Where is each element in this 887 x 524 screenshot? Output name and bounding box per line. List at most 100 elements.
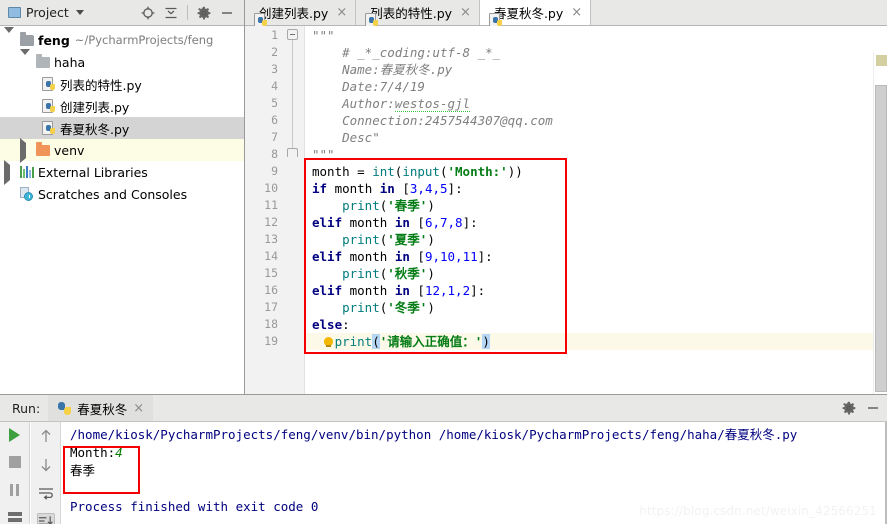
editor-gutter[interactable]: 1 2 3 4 5 6 7 8 9 10 11 12 13 14 15 16 1…: [245, 26, 305, 394]
scrollbar-marker[interactable]: [876, 55, 887, 66]
token-kw-in: in: [379, 181, 395, 196]
code-line-18: else:: [306, 316, 350, 333]
project-title-group[interactable]: Project: [4, 5, 84, 20]
token-kw-in: in: [394, 215, 410, 230]
code-text[interactable]: """ # _*_coding:utf-8 _*_ Name:春夏秋冬.py D…: [306, 26, 887, 394]
line-number: 16: [264, 283, 278, 297]
line-number: 18: [264, 317, 278, 331]
target-icon[interactable]: [141, 6, 155, 20]
token-paren: ): [427, 198, 435, 213]
token-doc-date: Date:7/4/19: [342, 79, 425, 94]
run-tab-chunxiaqiudong[interactable]: 春夏秋冬 ×: [48, 395, 154, 421]
toolbar-divider: [187, 5, 188, 20]
fold-collapse-icon[interactable]: [287, 29, 298, 40]
token-colon: :: [342, 317, 350, 332]
editor-scrollbar[interactable]: [873, 52, 887, 394]
code-line-7: Desc": [306, 129, 380, 146]
run-label: Run:: [12, 400, 41, 416]
minimize-icon[interactable]: [866, 401, 880, 415]
project-title: Project: [26, 5, 69, 20]
down-arrow-icon[interactable]: [37, 457, 55, 473]
tree-item-liebiaodetexing[interactable]: 列表的特性.py: [0, 73, 244, 95]
close-icon[interactable]: ×: [571, 5, 582, 20]
code-line-16: elif month in [12,1,2]:: [306, 282, 485, 299]
token-fn-print: print: [334, 334, 373, 349]
tree-item-haha[interactable]: haha: [0, 48, 244, 73]
line-number: 19: [264, 334, 278, 348]
token-var-month: month: [349, 215, 388, 230]
code-editor[interactable]: 1 2 3 4 5 6 7 8 9 10 11 12 13 14 15 16 1…: [245, 26, 887, 394]
token-str-summer: '夏季': [387, 232, 428, 247]
gear-icon[interactable]: [842, 401, 856, 415]
chevron-down-icon[interactable]: [75, 10, 84, 15]
tree-item-label: feng: [38, 32, 70, 48]
token-fn-input: input: [402, 164, 440, 179]
up-arrow-icon[interactable]: [37, 428, 55, 444]
expand-arrow-icon[interactable]: [20, 137, 34, 163]
tree-item-chuangjianliebiao[interactable]: 创建列表.py: [0, 95, 244, 117]
editor-area: 创建列表.py × 列表的特性.py × 春夏秋冬.py × 1 2 3 4 5…: [245, 0, 887, 394]
token-bracket: ]: [470, 283, 478, 298]
close-icon[interactable]: ×: [133, 401, 144, 416]
run-panel: Run: 春夏秋冬 × /home/kiosk/PycharmProjects/…: [0, 394, 887, 524]
minimize-icon[interactable]: [220, 6, 234, 20]
stop-icon[interactable]: [6, 455, 24, 469]
token-colon: :: [470, 215, 478, 230]
token-doc-name: Name:春夏秋冬.py: [342, 62, 453, 77]
code-line-17: print('冬季'): [306, 299, 435, 316]
keyboard-icon[interactable]: [6, 510, 24, 524]
line-number: 12: [264, 215, 278, 229]
tab-chuangjianliebiao[interactable]: 创建列表.py ×: [245, 0, 357, 27]
tree-item-venv[interactable]: venv: [0, 137, 244, 163]
token-colon: :: [455, 181, 463, 196]
run-toolbar-secondary: [31, 422, 61, 524]
python-file-icon: [40, 120, 57, 136]
token-list-spring: 3,4,5: [409, 181, 448, 196]
line-number: 7: [271, 130, 278, 144]
soft-wrap-icon[interactable]: [37, 486, 55, 500]
intention-bulb-icon[interactable]: [324, 337, 333, 347]
close-icon[interactable]: ×: [460, 5, 471, 20]
console-prompt-value: 4: [115, 445, 123, 460]
tree-item-feng[interactable]: feng ~/PycharmProjects/feng: [0, 26, 244, 51]
editor-tab-bar: 创建列表.py × 列表的特性.py × 春夏秋冬.py ×: [245, 0, 887, 27]
run-icon[interactable]: [6, 428, 24, 443]
scrollbar-thumb[interactable]: [875, 85, 887, 392]
tab-bar-filler: [591, 0, 887, 25]
fold-region-end-icon[interactable]: [287, 148, 298, 157]
gear-icon[interactable]: [197, 6, 211, 20]
token-kw-else: else: [312, 317, 343, 332]
run-tab-label: 春夏秋冬: [77, 401, 128, 417]
console-prompt-label: Month:: [70, 445, 116, 460]
close-icon[interactable]: ×: [336, 5, 347, 20]
code-line-6: Connection:2457544307@qq.com: [306, 112, 553, 129]
tree-item-chunxiaqiudong[interactable]: 春夏秋冬.py: [0, 117, 244, 139]
libraries-icon: [18, 166, 35, 178]
python-icon: [58, 401, 72, 415]
tab-chunxiaqiudong[interactable]: 春夏秋冬.py ×: [479, 0, 592, 27]
scroll-to-end-icon[interactable]: [36, 513, 55, 524]
line-number: 10: [264, 181, 278, 195]
collapse-all-icon[interactable]: [164, 6, 178, 20]
token-str-autumn: '秋季': [387, 266, 428, 281]
watermark-text: https://blog.csdn.net/weixin_42566251: [639, 504, 877, 518]
token-fn-print: print: [342, 198, 380, 213]
tree-item-scratches-and-consoles[interactable]: Scratches and Consoles: [0, 183, 244, 205]
code-line-2: # _*_coding:utf-8 _*_: [306, 44, 500, 61]
run-header-actions: [842, 401, 887, 415]
expand-arrow-icon[interactable]: [4, 159, 18, 185]
expand-arrow-icon[interactable]: [4, 26, 18, 48]
line-number: 3: [271, 62, 278, 76]
line-number: 14: [264, 249, 278, 263]
token-fn-print: print: [342, 266, 380, 281]
expand-arrow-icon[interactable]: [20, 48, 34, 70]
token-paren: ): [427, 300, 435, 315]
tree-item-external-libraries[interactable]: External Libraries: [0, 159, 244, 185]
tab-liebiaodetexing[interactable]: 列表的特性.py ×: [356, 0, 480, 27]
pause-icon[interactable]: [6, 483, 24, 497]
token-str-error: '请输入正确值：': [379, 334, 483, 349]
project-header-actions: [141, 5, 240, 20]
token-docstring-open: """: [312, 28, 335, 43]
tab-label: 创建列表.py: [259, 6, 329, 21]
